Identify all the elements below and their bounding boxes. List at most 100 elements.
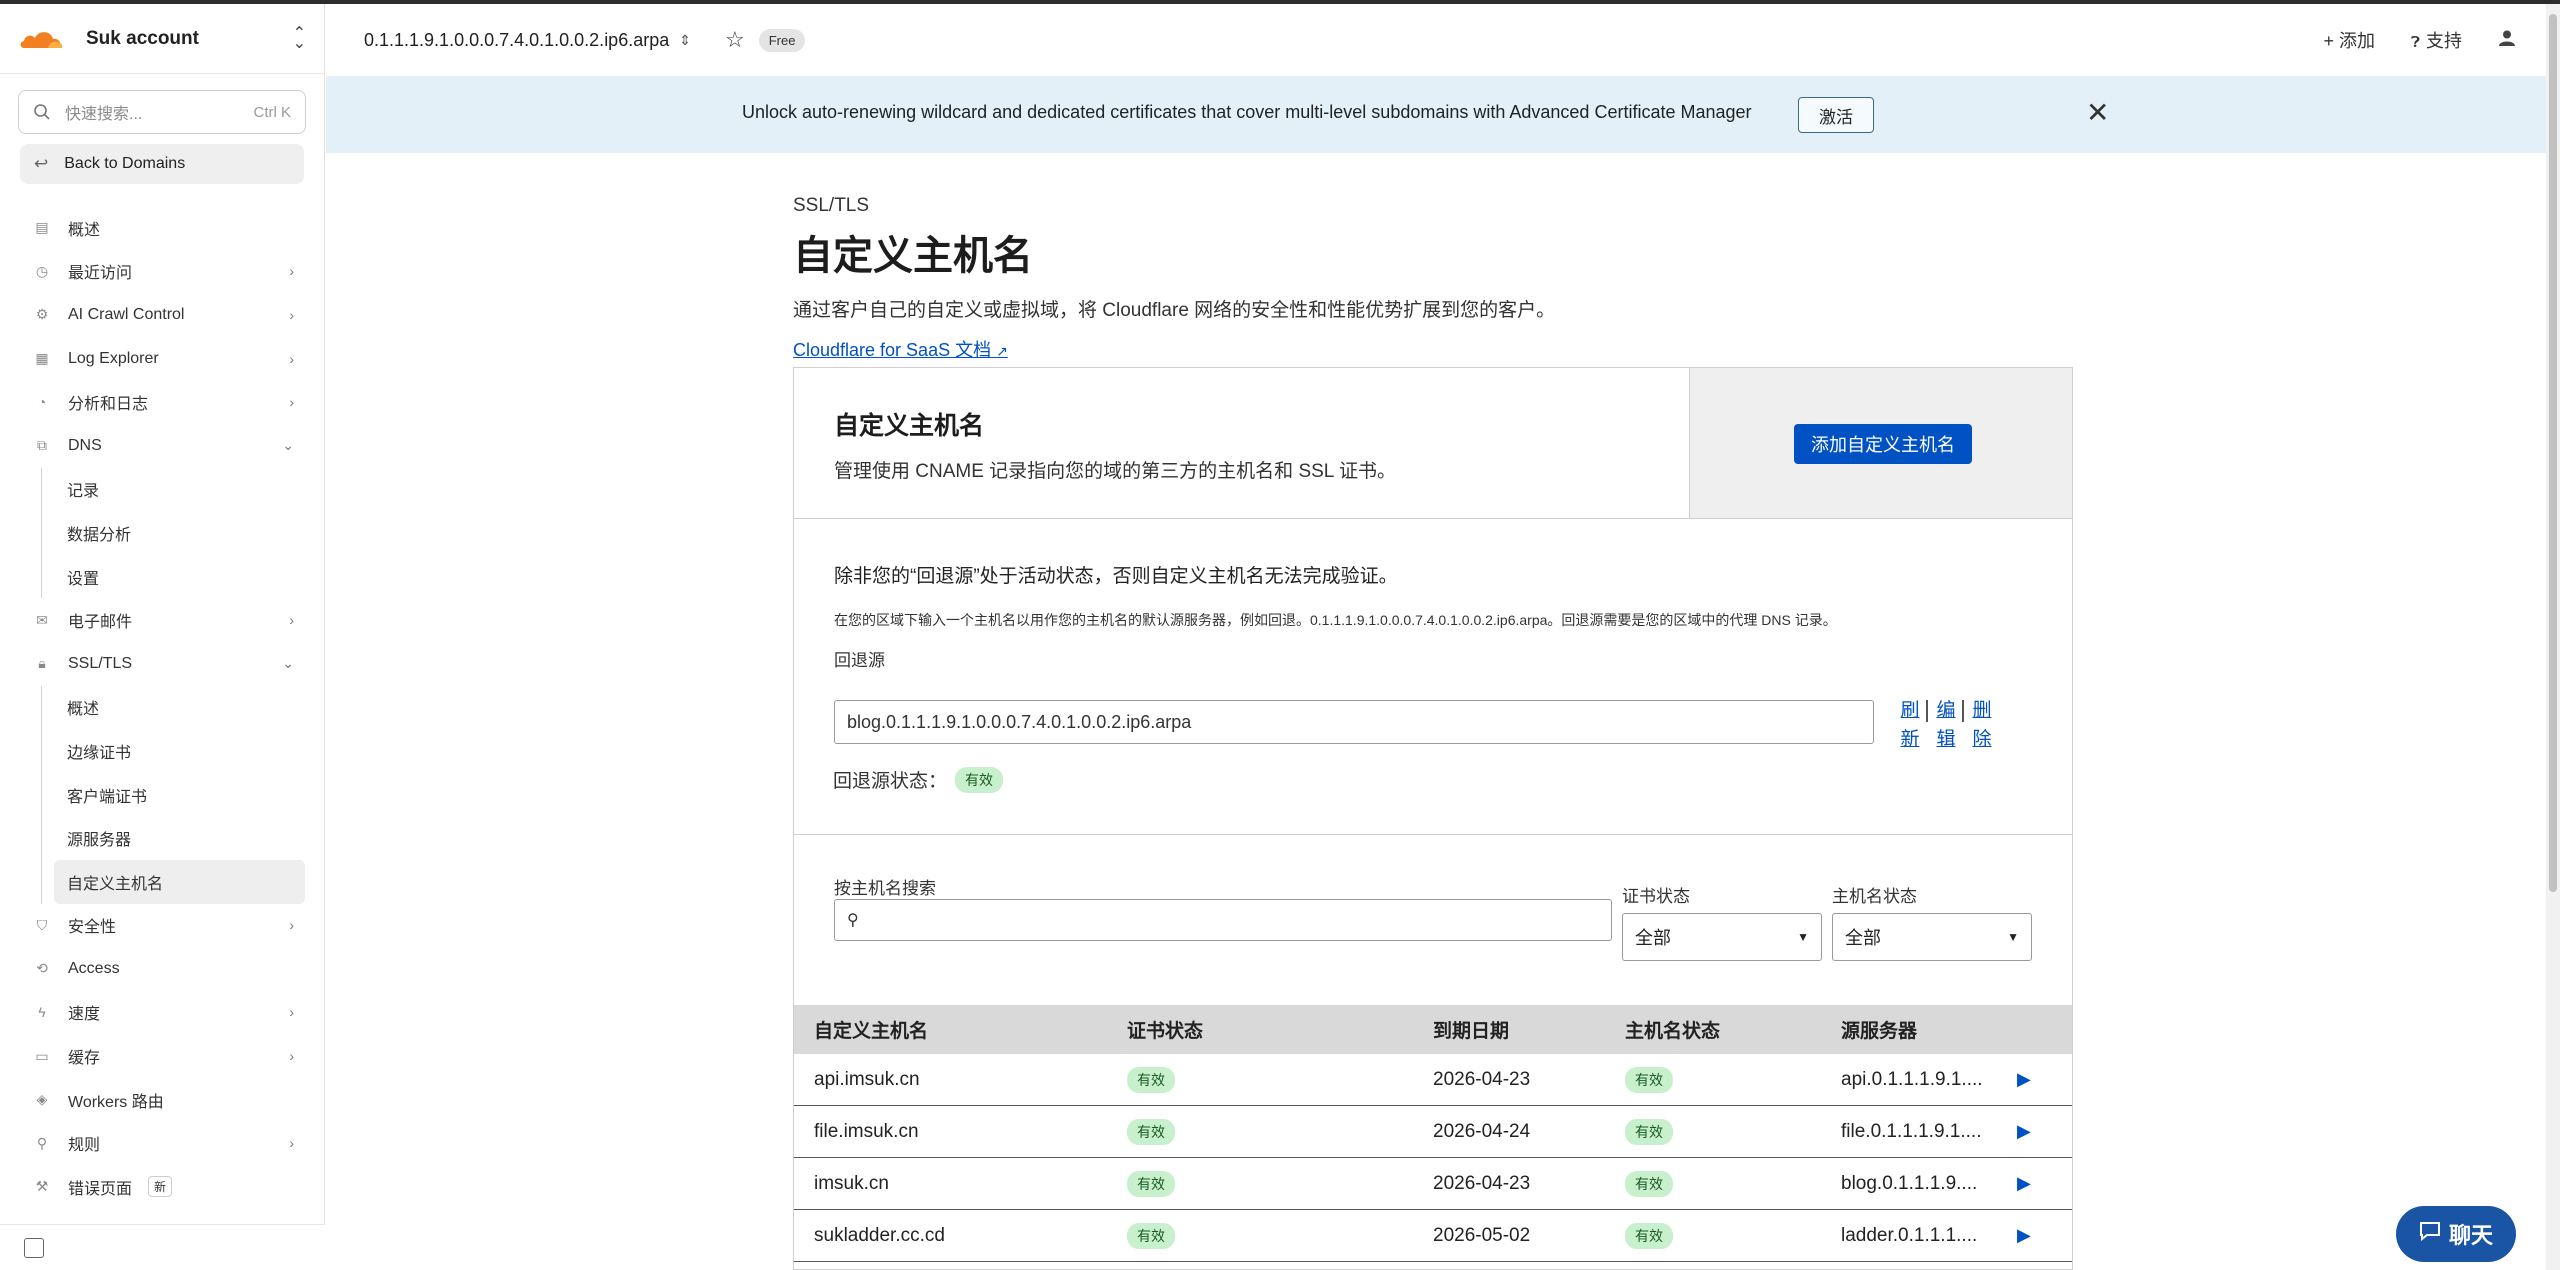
sidebar-item-cache[interactable]: ▭ 缓存 › <box>0 1034 324 1078</box>
collapse-sidebar-icon[interactable] <box>24 1238 44 1258</box>
external-link-icon: ↗ <box>996 343 1008 359</box>
card-header: 自定义主机名 管理使用 CNAME 记录指向您的域的第三方的主机名和 SSL 证… <box>794 368 2072 519</box>
refresh-link[interactable]: 刷新 <box>1898 696 1922 754</box>
origin-cell: blog.0.1.1.1.9.... <box>1841 1172 1978 1194</box>
back-to-domains-button[interactable]: ↩ Back to Domains <box>20 144 304 184</box>
column-header[interactable]: 证书状态 <box>1127 1016 1433 1043</box>
top-header: 0.1.1.1.9.1.0.0.0.7.4.0.1.0.0.2.ip6.arpa… <box>326 4 2546 76</box>
column-header[interactable]: 自定义主机名 <box>794 1016 1127 1043</box>
edit-link[interactable]: 编辑 <box>1934 696 1958 754</box>
table-row[interactable]: imsuk.cn 有效 2026-04-23 有效 blog.0.1.1.1.9… <box>794 1158 2072 1210</box>
column-header[interactable]: 主机名状态 <box>1625 1016 1841 1043</box>
star-icon[interactable]: ☆ <box>725 27 745 53</box>
filters-section: 按主机名搜索 ⚲ 证书状态 全部 ▼ 主机名状态 全部 ▼ <box>794 835 2072 1005</box>
caret-down-icon: ▼ <box>2007 930 2019 944</box>
add-custom-hostname-button[interactable]: 添加自定义主机名 <box>1794 424 1972 464</box>
sidebar-item-recent[interactable]: ◷ 最近访问 › <box>0 250 324 294</box>
hostname-cell: imsuk.cn <box>814 1172 889 1194</box>
sidebar-item-label: 最近访问 <box>68 265 133 283</box>
sidebar-item-access[interactable]: ⟲ Access <box>0 947 324 991</box>
sidebar-item-ssl-tls[interactable]: 🔒︎ SSL/TLS ⌄ <box>0 642 324 686</box>
column-header[interactable]: 到期日期 <box>1433 1016 1625 1043</box>
fallback-label: 回退源 <box>834 651 885 670</box>
card-title: 自定义主机名 <box>834 412 985 440</box>
expand-row-icon[interactable]: ▶ <box>2017 1121 2057 1142</box>
quick-search-input[interactable]: 快速搜索... Ctrl K <box>18 90 306 134</box>
scrollbar[interactable] <box>2546 4 2560 1270</box>
cert-status-select[interactable]: 全部 ▼ <box>1622 913 1822 961</box>
shield-icon: ⛉ <box>36 916 48 933</box>
table-header: 自定义主机名 证书状态 到期日期 主机名状态 源服务器 <box>794 1005 2072 1054</box>
delete-link[interactable]: 删除 <box>1970 696 1994 754</box>
sidebar-item-overview[interactable]: ▤ 概述 <box>0 206 324 250</box>
support-button[interactable]: ❓︎ 支持 <box>2411 27 2462 53</box>
divider <box>1926 700 1928 722</box>
sidebar-item-analytics[interactable]: ◔ 分析和日志 › <box>0 380 324 424</box>
table-row[interactable]: file.imsuk.cn 有效 2026-04-24 有效 file.0.1.… <box>794 1106 2072 1158</box>
fallback-note: 在您的区域下输入一个主机名以用作您的主机名的默认源服务器，例如回退。0.1.1.… <box>834 612 1837 628</box>
clock-icon: ◷ <box>35 262 49 279</box>
sidebar-item-custom-hostnames[interactable]: 自定义主机名 <box>54 859 305 904</box>
domain-selector[interactable]: 0.1.1.1.9.1.0.0.0.7.4.0.1.0.0.2.ip6.arpa <box>364 30 669 51</box>
fallback-origin-field[interactable]: blog.0.1.1.1.9.1.0.0.0.7.4.0.1.0.0.2.ip6… <box>834 700 1874 744</box>
lock-icon: 🔒︎ <box>38 655 46 672</box>
add-button[interactable]: + 添加 <box>2323 27 2375 53</box>
origin-cell: api.0.1.1.1.9.1.... <box>1841 1068 1983 1090</box>
sidebar-item-ai-crawl[interactable]: ⚙ AI Crawl Control › <box>0 293 324 337</box>
sidebar-item-dns-analytics[interactable]: 数据分析 <box>0 511 324 555</box>
chat-button[interactable]: 聊天 <box>2396 1206 2516 1262</box>
sidebar-item-label: 电子邮件 <box>68 614 133 632</box>
origin-cell: file.0.1.1.1.9.1.... <box>1841 1120 1982 1142</box>
fallback-status: 回退源状态： 有效 <box>833 766 1004 793</box>
ai-icon: ⚙ <box>35 306 49 323</box>
sidebar-item-dns[interactable]: ⧉ DNS ⌄ <box>0 424 324 468</box>
sidebar-item-workers-routes[interactable]: ◈ Workers 路由 <box>0 1078 324 1122</box>
sidebar-item-label: Log Explorer <box>68 349 159 367</box>
sidebar-item-ssl-overview[interactable]: 概述 <box>0 686 324 730</box>
account-switcher[interactable]: Suk account ⌃ ⌄ <box>0 4 324 74</box>
expiry-cell: 2026-05-02 <box>1433 1224 1531 1246</box>
sidebar-nav: ▤ 概述 ◷ 最近访问 › ⚙ AI Crawl Control › ▦ Log Explo… <box>0 206 324 1209</box>
expiry-cell: 2026-04-24 <box>1433 1120 1531 1142</box>
sidebar-item-client-certs[interactable]: 客户端证书 <box>0 773 324 817</box>
docs-link[interactable]: Cloudflare for SaaS 文档 ↗ <box>793 336 1008 362</box>
scrollbar-thumb[interactable] <box>2549 14 2557 892</box>
chevron-right-icon: › <box>289 612 294 629</box>
hostname-search-label: 按主机名搜索 <box>834 879 936 898</box>
column-header[interactable]: 源服务器 <box>1841 1016 2017 1043</box>
chevron-right-icon: › <box>289 263 294 280</box>
sidebar-item-log-explorer[interactable]: ▦ Log Explorer › <box>0 337 324 381</box>
user-icon[interactable] <box>2498 29 2516 52</box>
sidebar-item-speed[interactable]: ϟ 速度 › <box>0 991 324 1035</box>
sidebar-item-origin-server[interactable]: 源服务器 <box>0 816 324 860</box>
ssl-submenu: 概述 边缘证书 客户端证书 源服务器 自定义主机名 <box>0 685 324 904</box>
table-row[interactable]: sukladder.cc.cd 有效 2026-05-02 有效 ladder.… <box>794 1210 2072 1262</box>
cloudflare-logo <box>18 26 66 52</box>
chevron-updown-icon: ⌃ ⌄ <box>292 24 306 52</box>
hostname-search-input[interactable]: ⚲ <box>834 899 1612 941</box>
expand-row-icon[interactable]: ▶ <box>2017 1173 2057 1194</box>
sidebar-item-error-pages[interactable]: ⚒ 错误页面新 <box>0 1165 324 1209</box>
expand-row-icon[interactable]: ▶ <box>2017 1069 2057 1090</box>
upsell-banner: Unlock auto-renewing wildcard and dedica… <box>326 76 2546 153</box>
hostname-status-select[interactable]: 全部 ▼ <box>1832 913 2032 961</box>
sidebar-item-email[interactable]: ✉ 电子邮件 › <box>0 598 324 642</box>
sidebar-item-dns-records[interactable]: 记录 <box>0 468 324 512</box>
chevron-right-icon: › <box>289 1135 294 1152</box>
expiry-cell: 2026-04-23 <box>1433 1068 1531 1090</box>
activate-button[interactable]: 激活 <box>1798 97 1874 133</box>
back-arrow-icon: ↩ <box>34 154 49 173</box>
sidebar-item-dns-settings[interactable]: 设置 <box>0 555 324 599</box>
close-icon[interactable]: ✕ <box>2086 96 2109 129</box>
hostname-status-badge: 有效 <box>1625 1170 1673 1197</box>
docs-link-label: Cloudflare for SaaS 文档 <box>793 340 992 360</box>
sidebar-item-security[interactable]: ⛉ 安全性 › <box>0 904 324 948</box>
sidebar-item-rules[interactable]: ⚲ 规则 › <box>0 1121 324 1165</box>
chevron-updown-icon[interactable]: ⇕ <box>679 32 691 49</box>
table-row[interactable]: api.imsuk.cn 有效 2026-04-23 有效 api.0.1.1.… <box>794 1054 2072 1106</box>
back-label: Back to Domains <box>64 155 186 172</box>
sidebar-item-edge-certs[interactable]: 边缘证书 <box>0 729 324 773</box>
support-label: 支持 <box>2426 31 2462 51</box>
search-shortcut: Ctrl K <box>253 103 292 121</box>
expand-row-icon[interactable]: ▶ <box>2017 1225 2057 1246</box>
